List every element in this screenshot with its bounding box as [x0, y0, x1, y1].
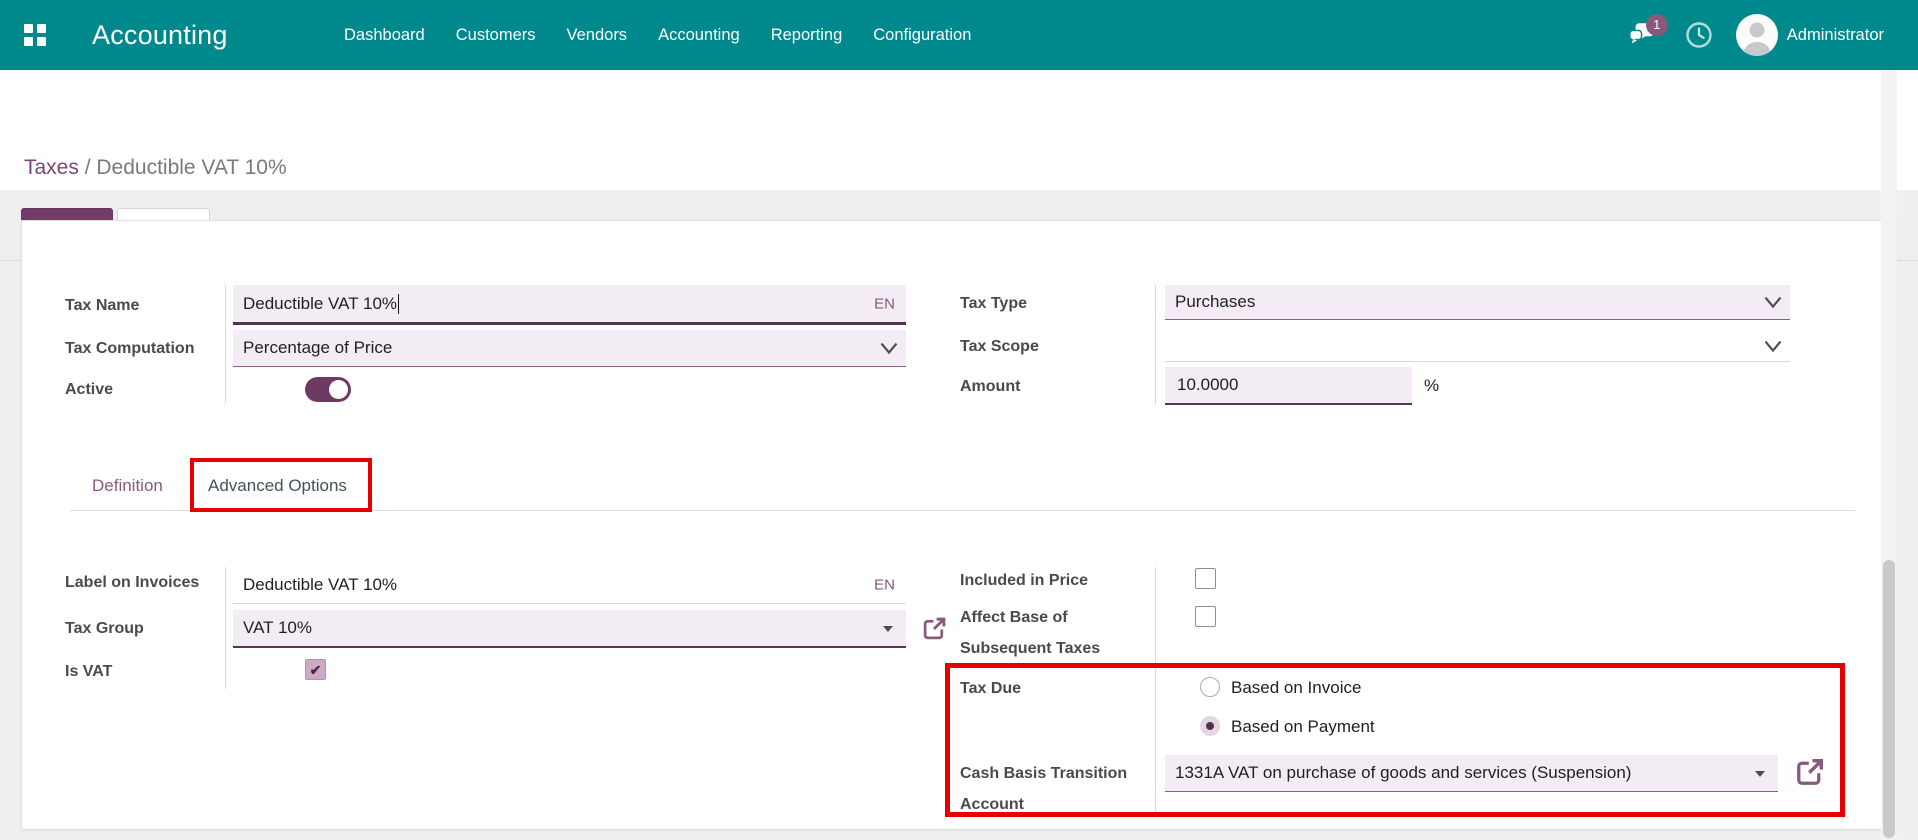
amount-input[interactable]: 10.0000 [1165, 367, 1412, 405]
chevron-down-icon [1764, 296, 1782, 309]
user-name: Administrator [1787, 26, 1884, 45]
label-on-invoices-value: Deductible VAT 10% [243, 575, 397, 595]
column-separator [225, 285, 226, 403]
caret-down-icon [1755, 771, 1765, 777]
tabs-underline [70, 510, 1855, 511]
breadcrumb-separator: / [79, 156, 97, 179]
amount-suffix: % [1424, 376, 1439, 396]
messages-badge: 1 [1646, 14, 1668, 36]
tax-group-select[interactable]: VAT 10% [233, 610, 906, 648]
is-vat-checkbox[interactable]: ✔ [305, 659, 326, 680]
tax-computation-value: Percentage of Price [243, 338, 392, 358]
messages-icon[interactable]: 1 [1628, 20, 1662, 50]
column-separator [1155, 285, 1156, 405]
text-cursor [398, 294, 399, 314]
user-menu[interactable]: Administrator [1736, 14, 1884, 56]
avatar [1736, 14, 1778, 56]
navbar-right: 1 Administrator [1628, 0, 1884, 70]
tax-group-value: VAT 10% [243, 618, 312, 638]
amount-value: 10.0000 [1177, 375, 1238, 395]
screen: Accounting Dashboard Customers Vendors A… [0, 0, 1918, 840]
based-on-invoice-label: Based on Invoice [1231, 678, 1361, 698]
external-link-icon[interactable] [922, 616, 947, 641]
active-toggle[interactable] [305, 377, 351, 402]
control-panel: Taxes / Deductible VAT 10% ✔ Save ✖ Disc… [0, 70, 1918, 190]
app-title[interactable]: Accounting [92, 0, 228, 70]
menu-dashboard[interactable]: Dashboard [344, 26, 425, 45]
label-on-invoices-input[interactable]: Deductible VAT 10% EN [233, 567, 906, 604]
tab-advanced-options[interactable]: Advanced Options [208, 476, 347, 496]
active-label: Active [65, 379, 113, 400]
tax-computation-select[interactable]: Percentage of Price [233, 330, 906, 367]
label-on-invoices-label: Label on Invoices [65, 572, 199, 593]
menu-accounting[interactable]: Accounting [658, 26, 740, 45]
tax-type-value: Purchases [1175, 292, 1255, 312]
chevron-down-icon [1764, 340, 1782, 353]
based-on-payment-radio[interactable] [1200, 716, 1220, 736]
tax-computation-label: Tax Computation [65, 338, 194, 359]
external-link-icon[interactable] [1795, 757, 1825, 787]
tax-group-label: Tax Group [65, 618, 144, 639]
chevron-down-icon [880, 342, 898, 355]
cash-basis-account-select[interactable]: 1331A VAT on purchase of goods and servi… [1165, 755, 1778, 792]
tax-type-label: Tax Type [960, 293, 1027, 314]
language-badge[interactable]: EN [874, 295, 895, 312]
based-on-payment-label: Based on Payment [1231, 717, 1375, 737]
menu-customers[interactable]: Customers [456, 26, 536, 45]
menu-reporting[interactable]: Reporting [771, 26, 843, 45]
toggle-knob [329, 380, 348, 399]
scrollbar-thumb[interactable] [1883, 560, 1895, 838]
amount-label: Amount [960, 376, 1020, 397]
included-in-price-checkbox[interactable] [1195, 568, 1216, 589]
activities-clock-icon[interactable] [1684, 20, 1714, 50]
language-badge[interactable]: EN [874, 577, 895, 594]
menu-vendors[interactable]: Vendors [567, 26, 628, 45]
breadcrumb: Taxes / Deductible VAT 10% [24, 156, 287, 180]
tax-scope-select[interactable] [1165, 330, 1790, 362]
cash-basis-account-label: Cash Basis Transition Account [960, 758, 1160, 820]
tax-type-select[interactable]: Purchases [1165, 285, 1790, 320]
tax-due-label: Tax Due [960, 678, 1021, 699]
caret-down-icon [883, 626, 893, 632]
top-navbar: Accounting Dashboard Customers Vendors A… [0, 0, 1918, 70]
is-vat-label: Is VAT [65, 661, 112, 682]
included-in-price-label: Included in Price [960, 570, 1088, 591]
tax-name-value: Deductible VAT 10% [243, 294, 397, 314]
apps-grid-icon[interactable] [24, 24, 46, 46]
affect-base-label: Affect Base of Subsequent Taxes [960, 602, 1150, 664]
affect-base-checkbox[interactable] [1195, 606, 1216, 627]
cash-basis-account-value: 1331A VAT on purchase of goods and servi… [1175, 763, 1631, 783]
tab-definition[interactable]: Definition [92, 476, 163, 496]
breadcrumb-current: Deductible VAT 10% [96, 156, 286, 179]
tax-name-input[interactable]: Deductible VAT 10% EN [233, 285, 906, 325]
tax-name-label: Tax Name [65, 295, 139, 316]
menu-configuration[interactable]: Configuration [873, 26, 971, 45]
main-menu: Dashboard Customers Vendors Accounting R… [344, 0, 971, 70]
breadcrumb-taxes-link[interactable]: Taxes [24, 156, 79, 179]
based-on-invoice-radio[interactable] [1200, 677, 1220, 697]
tax-scope-label: Tax Scope [960, 336, 1039, 357]
column-separator [225, 567, 226, 689]
